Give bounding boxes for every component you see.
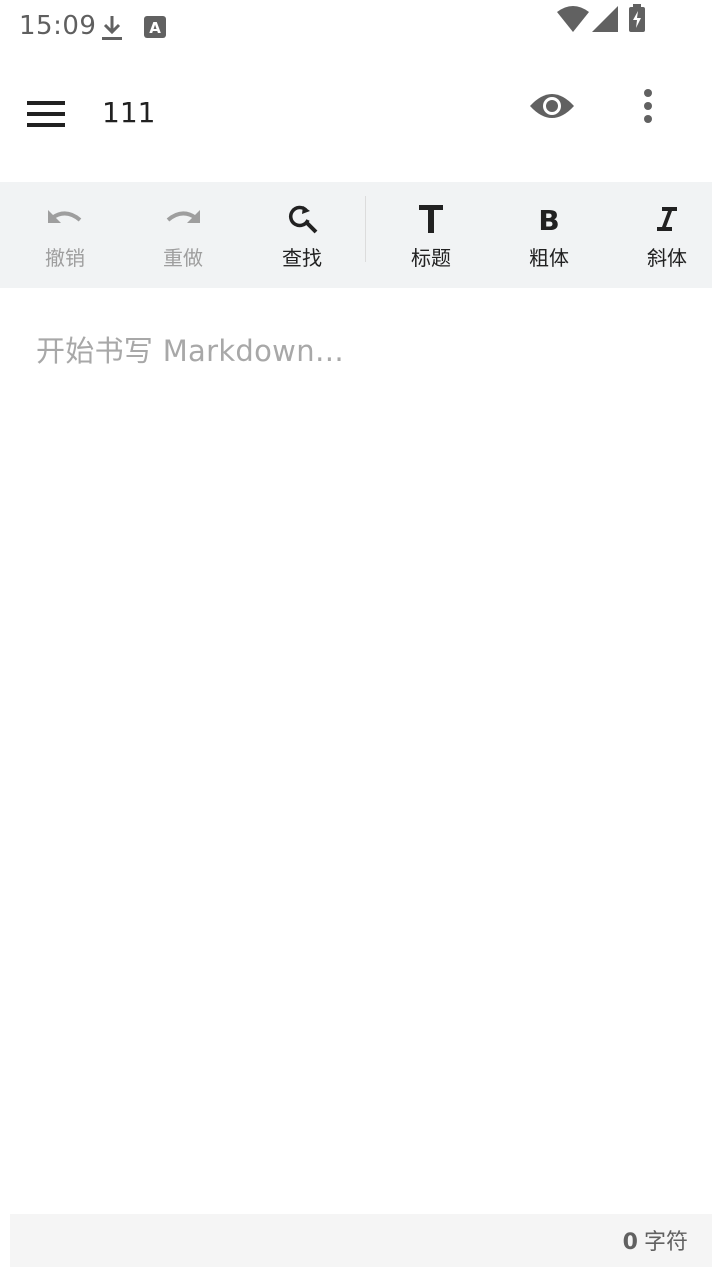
- bold-label: 粗体: [529, 245, 569, 270]
- undo-button[interactable]: 撤销: [6, 182, 124, 288]
- character-count-number: 0: [622, 1230, 638, 1255]
- undo-icon: [46, 200, 84, 238]
- character-count: 0 字符: [623, 1224, 688, 1256]
- cell-signal-icon: [592, 6, 618, 36]
- find-label: 查找: [282, 245, 322, 270]
- heading-label: 标题: [411, 245, 451, 270]
- italic-button[interactable]: 斜体: [608, 182, 712, 288]
- more-options-button[interactable]: [628, 84, 668, 132]
- format-toolbar: 撤销 重做 查找 标题 B 粗体 斜体: [0, 182, 712, 288]
- bold-button[interactable]: B 粗体: [490, 182, 608, 288]
- menu-icon: [27, 101, 65, 131]
- undo-label: 撤销: [45, 245, 85, 270]
- character-count-unit: 字符: [643, 1230, 688, 1255]
- more-vert-icon: [643, 89, 653, 127]
- find-replace-icon: [286, 200, 318, 238]
- status-footer: 0 字符: [10, 1214, 712, 1267]
- status-time: 15:09: [19, 11, 97, 41]
- find-button[interactable]: 查找: [243, 182, 361, 288]
- download-icon: [100, 14, 124, 46]
- app-bar: 111: [0, 60, 712, 170]
- redo-button[interactable]: 重做: [124, 182, 242, 288]
- heading-button[interactable]: 标题: [372, 182, 490, 288]
- svg-text:A: A: [149, 19, 161, 37]
- toolbar-divider: [365, 196, 366, 262]
- battery-charging-icon: [628, 4, 646, 36]
- document-title: 111: [102, 96, 156, 129]
- italic-label: 斜体: [647, 245, 687, 270]
- eye-icon: [529, 90, 575, 126]
- wifi-icon: [556, 6, 590, 36]
- editor-placeholder: 开始书写 Markdown…: [36, 334, 345, 368]
- status-bar: 15:09 A: [0, 0, 712, 56]
- keyboard-a-icon: A: [144, 16, 166, 42]
- markdown-editor[interactable]: 开始书写 Markdown…: [0, 296, 712, 1206]
- bold-icon: B: [538, 200, 560, 238]
- heading-icon: [418, 200, 444, 238]
- svg-text:B: B: [538, 205, 559, 233]
- menu-button[interactable]: [20, 94, 72, 138]
- redo-icon: [164, 200, 202, 238]
- redo-label: 重做: [163, 245, 203, 270]
- italic-icon: [655, 200, 679, 238]
- preview-button[interactable]: [526, 84, 578, 132]
